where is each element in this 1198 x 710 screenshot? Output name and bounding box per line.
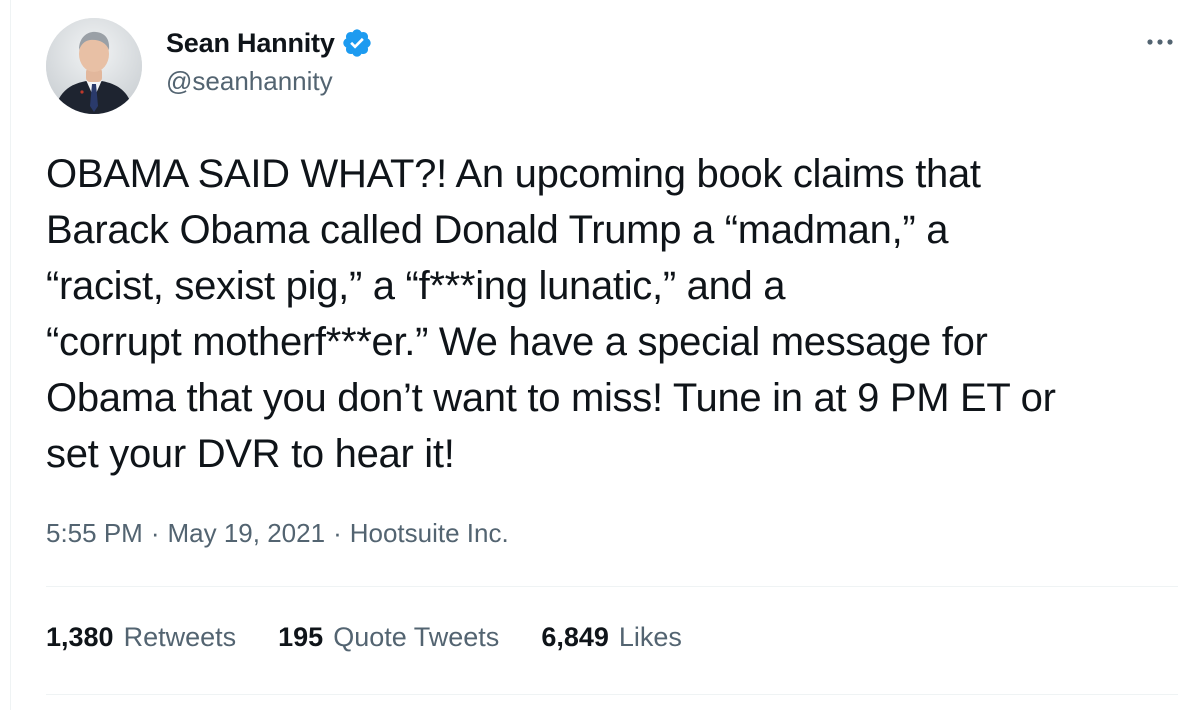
quote-tweets-label: Quote Tweets [333, 622, 500, 652]
likes-count: 6,849 [541, 622, 609, 652]
avatar[interactable] [46, 18, 142, 114]
quote-tweets-count: 195 [278, 622, 324, 652]
display-name[interactable]: Sean Hannity [166, 28, 335, 59]
author-handle[interactable]: @seanhannity [166, 66, 373, 97]
divider [46, 694, 1178, 695]
tweet-text: OBAMA SAID WHAT?! An upcoming book claim… [46, 152, 1056, 476]
more-options-icon [1147, 39, 1173, 45]
engagement-stats: 1,380 Retweets 195 Quote Tweets 6,849 Likes [46, 622, 724, 653]
meta-separator: · [150, 518, 160, 548]
quote-tweets-stat[interactable]: 195 Quote Tweets [278, 622, 499, 653]
likes-label: Likes [618, 622, 682, 652]
more-options-button[interactable] [1142, 30, 1178, 54]
verified-badge-icon [341, 27, 373, 59]
avatar-photo-icon [46, 18, 142, 114]
tweet-metadata: 5:55 PM · May 19, 2021 · Hootsuite Inc. [46, 518, 509, 549]
name-row: Sean Hannity [166, 26, 373, 60]
meta-separator: · [333, 518, 342, 548]
tweet-source: Hootsuite Inc. [349, 518, 509, 548]
tweet-date[interactable]: May 19, 2021 [168, 518, 326, 549]
timeline-border [10, 0, 11, 710]
tweet-header: Sean Hannity @seanhannity [46, 18, 1178, 118]
tweet-card: Sean Hannity @seanhannity OBAMA SAID WHA… [0, 0, 1198, 710]
retweets-stat[interactable]: 1,380 Retweets [46, 622, 236, 653]
author-identity: Sean Hannity @seanhannity [166, 26, 373, 97]
retweets-count: 1,380 [46, 622, 114, 652]
likes-stat[interactable]: 6,849 Likes [541, 622, 682, 653]
retweets-label: Retweets [123, 622, 237, 652]
tweet-time[interactable]: 5:55 PM [46, 518, 143, 549]
divider [46, 586, 1178, 587]
